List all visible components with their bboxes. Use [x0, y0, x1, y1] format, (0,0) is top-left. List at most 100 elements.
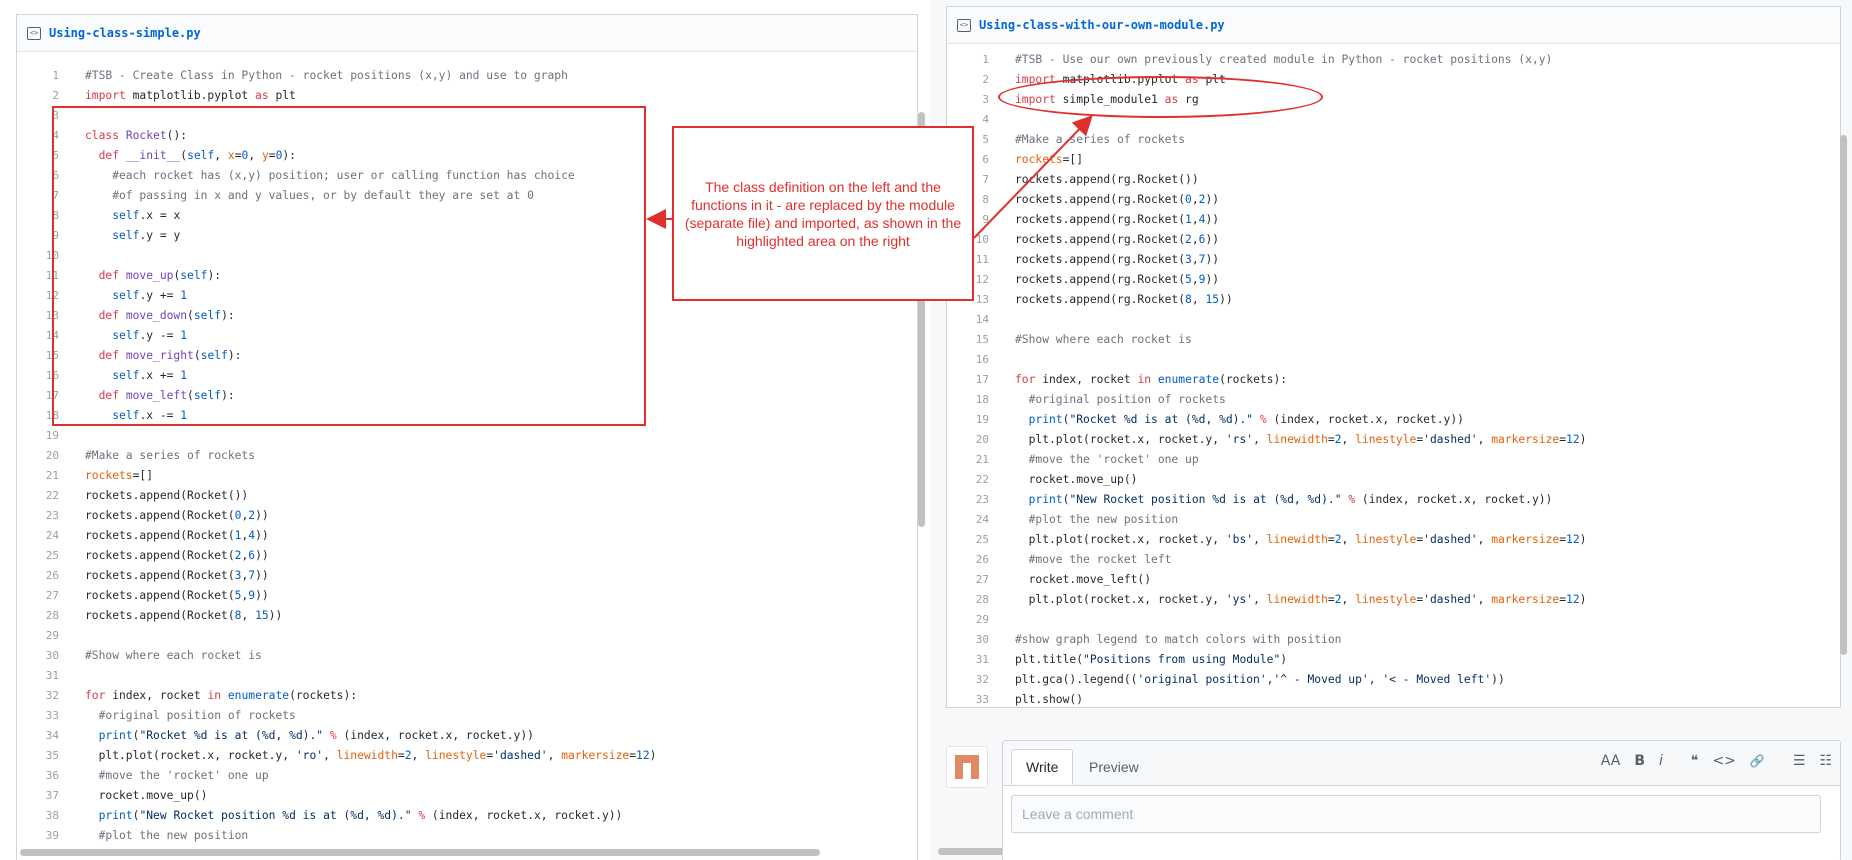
line-number[interactable]: 16 [947, 353, 999, 366]
line-number[interactable]: 37 [17, 789, 69, 802]
right-code-line: 27 rocket.move_left() [947, 569, 1840, 589]
line-number[interactable]: 1 [17, 69, 69, 82]
left-code-line: 23 rockets.append(Rocket(0,2)) [17, 505, 917, 525]
code-text: rockets=[] [1015, 152, 1084, 166]
code-text: rockets.append(rg.Rocket()) [1015, 172, 1199, 186]
line-number[interactable]: 18 [947, 393, 999, 406]
link-icon[interactable]: 🔗 [1750, 754, 1765, 768]
line-number[interactable]: 39 [17, 829, 69, 842]
line-number[interactable]: 3 [947, 93, 999, 106]
code-text: plt.plot(rocket.x, rocket.y, 'ys', linew… [1015, 592, 1587, 606]
line-number[interactable]: 29 [947, 613, 999, 626]
line-number[interactable]: 19 [17, 429, 69, 442]
code-text: rocket.move_up() [1015, 472, 1138, 486]
code-text: #original position of rockets [1015, 392, 1226, 406]
code-text: import matplotlib.pyplot as plt [85, 88, 296, 102]
line-number[interactable]: 34 [17, 729, 69, 742]
left-file-name-link[interactable]: Using-class-simple.py [49, 26, 201, 40]
line-number[interactable]: 32 [947, 673, 999, 686]
code-text: rockets.append(Rocket(5,9)) [85, 588, 269, 602]
right-file-header: <> Using-class-with-our-own-module.py [947, 7, 1840, 44]
right-code-line: 16 [947, 349, 1840, 369]
line-number[interactable]: 30 [17, 649, 69, 662]
left-code-line: 1 #TSB - Create Class in Python - rocket … [17, 65, 917, 85]
line-number[interactable]: 2 [17, 89, 69, 102]
code-text: for index, rocket in enumerate(rockets): [85, 688, 358, 702]
code-text: rockets.append(rg.Rocket(1,4)) [1015, 212, 1220, 226]
line-number[interactable]: 35 [17, 749, 69, 762]
line-number[interactable]: 30 [947, 633, 999, 646]
line-number[interactable]: 27 [947, 573, 999, 586]
left-code-line: 24 rockets.append(Rocket(1,4)) [17, 525, 917, 545]
line-number[interactable]: 22 [947, 473, 999, 486]
heading-icon[interactable]: AA [1601, 753, 1621, 769]
right-code-line: 21 #move the 'rocket' one up [947, 449, 1840, 469]
line-number[interactable]: 28 [947, 593, 999, 606]
right-file-name-link[interactable]: Using-class-with-our-own-module.py [979, 18, 1225, 32]
code-text: rockets.append(Rocket(1,4)) [85, 528, 269, 542]
bulleted-list-icon[interactable]: ☰ [1793, 753, 1806, 769]
code-text: #original position of rockets [85, 708, 296, 722]
line-number[interactable]: 15 [947, 333, 999, 346]
line-number[interactable]: 19 [947, 413, 999, 426]
code-icon[interactable]: <> [1712, 753, 1735, 769]
left-code-line: 20 #Make a series of rockets [17, 445, 917, 465]
line-number[interactable]: 28 [17, 609, 69, 622]
line-number[interactable]: 31 [17, 669, 69, 682]
line-number[interactable]: 23 [17, 509, 69, 522]
left-code-line: 28 rockets.append(Rocket(8, 15)) [17, 605, 917, 625]
left-code-line: 35 plt.plot(rocket.x, rocket.y, 'ro', li… [17, 745, 917, 765]
code-text: #Show where each rocket is [85, 648, 262, 662]
line-number[interactable]: 20 [947, 433, 999, 446]
right-code-line: 6 rockets=[] [947, 149, 1840, 169]
line-number[interactable]: 26 [17, 569, 69, 582]
right-code-line: 7 rockets.append(rg.Rocket()) [947, 169, 1840, 189]
tab-preview[interactable]: Preview [1075, 749, 1153, 785]
line-number[interactable]: 17 [947, 373, 999, 386]
comment-box: Write Preview AA B i ❝ <> 🔗 ☰ ☷ [1002, 740, 1841, 860]
comment-input[interactable] [1011, 795, 1821, 833]
line-number[interactable]: 21 [17, 469, 69, 482]
numbered-list-icon[interactable]: ☷ [1819, 753, 1832, 769]
line-number[interactable]: 14 [947, 313, 999, 326]
left-horizontal-scrollbar[interactable] [20, 849, 820, 856]
right-code-line: 10 rockets.append(rg.Rocket(2,6)) [947, 229, 1840, 249]
italic-icon[interactable]: i [1659, 753, 1663, 769]
user-avatar[interactable] [946, 746, 988, 788]
line-number[interactable]: 1 [947, 53, 999, 66]
line-number[interactable]: 38 [17, 809, 69, 822]
line-number[interactable]: 4 [947, 113, 999, 126]
right-code-line: 9 rockets.append(rg.Rocket(1,4)) [947, 209, 1840, 229]
line-number[interactable]: 22 [17, 489, 69, 502]
line-number[interactable]: 36 [17, 769, 69, 782]
bold-icon[interactable]: B [1634, 753, 1645, 769]
line-number[interactable]: 33 [947, 693, 999, 706]
code-text: #Make a series of rockets [85, 448, 256, 462]
right-code-line: 1 #TSB - Use our own previously created m… [947, 49, 1840, 69]
line-number[interactable]: 32 [17, 689, 69, 702]
line-number[interactable]: 20 [17, 449, 69, 462]
line-number[interactable]: 31 [947, 653, 999, 666]
left-code-line: 26 rockets.append(Rocket(3,7)) [17, 565, 917, 585]
line-number[interactable]: 26 [947, 553, 999, 566]
right-code-line: 30 #show graph legend to match colors wit… [947, 629, 1840, 649]
line-number[interactable]: 21 [947, 453, 999, 466]
code-text: #move the 'rocket' one up [1015, 452, 1199, 466]
line-number[interactable]: 29 [17, 629, 69, 642]
tab-write[interactable]: Write [1011, 749, 1074, 785]
line-number[interactable]: 24 [947, 513, 999, 526]
code-text: plt.gca().legend(('original position','^… [1015, 672, 1505, 686]
line-number[interactable]: 27 [17, 589, 69, 602]
line-number[interactable]: 33 [17, 709, 69, 722]
line-number[interactable]: 23 [947, 493, 999, 506]
quote-icon[interactable]: ❝ [1691, 753, 1699, 769]
line-number[interactable]: 25 [17, 549, 69, 562]
code-text: print("Rocket %d is at (%d, %d)." % (ind… [1028, 412, 1464, 426]
right-vertical-scrollbar[interactable] [1840, 135, 1847, 655]
right-code-line: 19 print("Rocket %d is at (%d, %d)." % (… [947, 409, 1840, 429]
line-number[interactable]: 24 [17, 529, 69, 542]
line-number[interactable]: 2 [947, 73, 999, 86]
code-text: plt.plot(rocket.x, rocket.y, 'rs', linew… [1015, 432, 1587, 446]
code-text: plt.plot(rocket.x, rocket.y, 'ro', linew… [85, 748, 657, 762]
line-number[interactable]: 25 [947, 533, 999, 546]
